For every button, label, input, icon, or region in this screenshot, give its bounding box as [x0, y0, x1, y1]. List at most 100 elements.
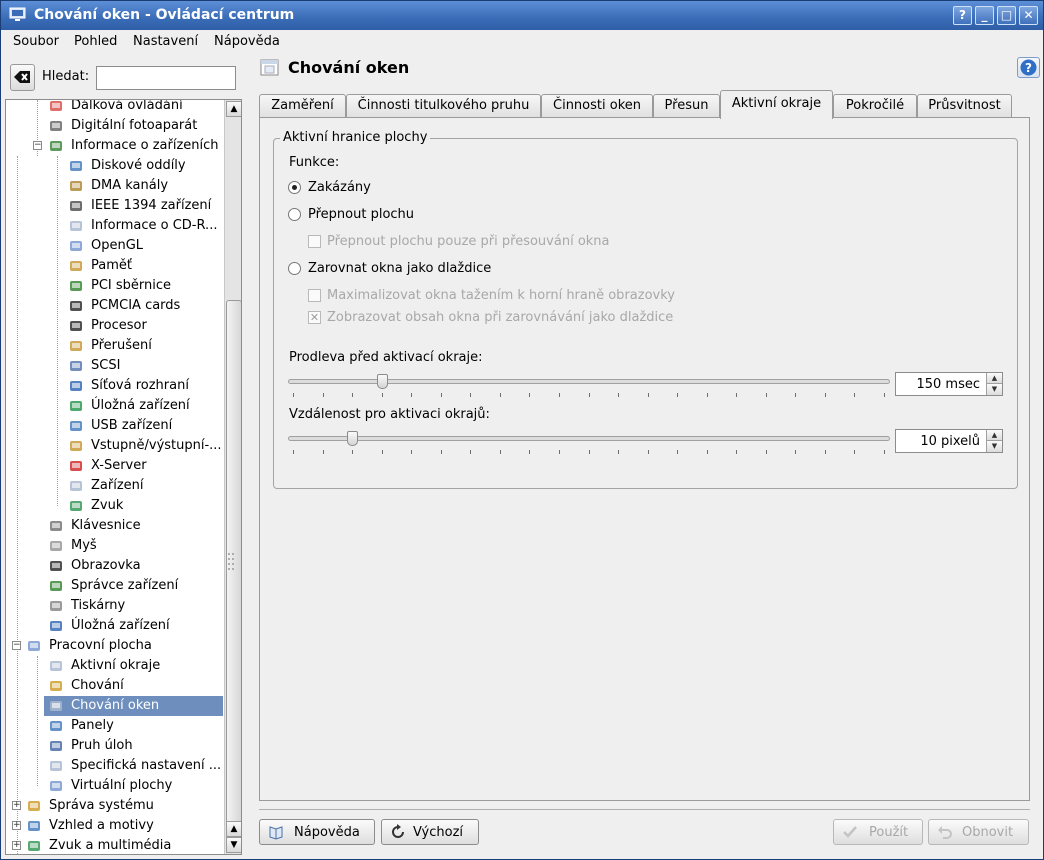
- tree-item[interactable]: Úložná zařízení: [6, 616, 223, 636]
- reset-button[interactable]: Obnovit: [928, 819, 1029, 845]
- tree-item[interactable]: PCI sběrnice: [6, 276, 223, 296]
- clear-search-button[interactable]: [10, 64, 35, 91]
- collapse-icon[interactable]: −: [12, 641, 21, 650]
- maximize-button[interactable]: □: [997, 6, 1016, 25]
- radio-disabled[interactable]: [288, 181, 301, 194]
- radio-switch-desktop[interactable]: [288, 208, 301, 221]
- tree-item[interactable]: Aktivní okraje: [6, 656, 223, 676]
- tree-item[interactable]: − Pracovní plocha: [6, 636, 223, 656]
- tree-item[interactable]: Přerušení: [6, 336, 223, 356]
- tree-item[interactable]: PCMCIA cards: [6, 296, 223, 316]
- tab-titlebar-actions[interactable]: Činnosti titulkového pruhu: [346, 94, 541, 118]
- tree-item[interactable]: Chování: [6, 676, 223, 696]
- tree-item[interactable]: Zvuk: [6, 496, 223, 516]
- tab-moving[interactable]: Přesun: [653, 94, 720, 118]
- radio-tile-windows[interactable]: [288, 262, 301, 275]
- distance-slider-handle[interactable]: [347, 431, 359, 446]
- tree-item[interactable]: DMA kanály: [6, 176, 223, 196]
- tree-item[interactable]: Chování oken: [44, 696, 223, 716]
- distance-down-arrow-icon[interactable]: ▼: [986, 441, 1002, 452]
- tree-item[interactable]: SCSI: [6, 356, 223, 376]
- tree-item[interactable]: Tiskárny: [6, 596, 223, 616]
- menu-settings[interactable]: Nastavení: [133, 34, 198, 49]
- tree-item[interactable]: USB zařízení: [6, 416, 223, 436]
- menu-file[interactable]: Soubor: [13, 34, 59, 49]
- tab-focus[interactable]: Zaměření: [259, 94, 346, 118]
- tree-item[interactable]: Diskové oddíly: [6, 156, 223, 176]
- delay-down-arrow-icon[interactable]: ▼: [986, 384, 1002, 395]
- tree-item[interactable]: Zařízení: [6, 476, 223, 496]
- tree-item[interactable]: IEEE 1394 zařízení: [6, 196, 223, 216]
- expand-icon[interactable]: +: [12, 841, 21, 850]
- scroll-down-arrow-icon[interactable]: ▼: [226, 837, 241, 853]
- tree-item[interactable]: Myš: [6, 536, 223, 556]
- checkbox-show-content-label[interactable]: Zobrazovat obsah okna při zarovnávání ja…: [327, 310, 673, 325]
- delay-spinbox[interactable]: 150 msec ▲ ▼: [895, 372, 1003, 396]
- help-book-icon: [269, 826, 283, 840]
- collapse-icon[interactable]: −: [33, 141, 42, 150]
- tree-item[interactable]: Procesor: [6, 316, 223, 336]
- distance-slider-track[interactable]: [288, 436, 890, 441]
- distance-spinbox[interactable]: 10 pixelů ▲ ▼: [895, 429, 1003, 453]
- tree-item-label: Zvuk: [91, 498, 124, 513]
- slider-tick: [588, 450, 590, 454]
- tree-item[interactable]: Specifická nastavení ...: [6, 756, 223, 776]
- tree-item[interactable]: Panely: [6, 716, 223, 736]
- checkbox-switch-only-moving[interactable]: [308, 235, 321, 248]
- tree-item[interactable]: Dálková ovládání: [6, 100, 223, 116]
- search-input[interactable]: [96, 66, 236, 90]
- checkbox-show-content[interactable]: ✕: [308, 311, 321, 324]
- tree-item[interactable]: Vstupně/výstupní-...: [6, 436, 223, 456]
- menu-help[interactable]: Nápověda: [214, 34, 280, 49]
- checkbox-maximize-drag-label[interactable]: Maximalizovat okna tažením k horní hraně…: [327, 288, 675, 303]
- tree-item[interactable]: + Zvuk a multimédia: [6, 836, 223, 854]
- expand-icon[interactable]: +: [12, 801, 21, 810]
- checkbox-maximize-drag[interactable]: [308, 289, 321, 302]
- radio-switch-desktop-label[interactable]: Přepnout plochu: [308, 207, 414, 222]
- tree-item-label: Virtuální plochy: [71, 778, 173, 793]
- tree-item[interactable]: Virtuální plochy: [6, 776, 223, 796]
- radio-disabled-label[interactable]: Zakázány: [308, 180, 371, 195]
- tree-item[interactable]: Úložná zařízení: [6, 396, 223, 416]
- expand-icon[interactable]: +: [12, 821, 21, 830]
- tree-item[interactable]: + Správa systému: [6, 796, 223, 816]
- tree-item[interactable]: Obrazovka: [6, 556, 223, 576]
- help-button[interactable]: Nápověda: [259, 819, 375, 845]
- tree-item[interactable]: Digitální fotoaparát: [6, 116, 223, 136]
- context-help-button[interactable]: ?: [953, 6, 972, 25]
- scroll-up-arrow-icon-2[interactable]: ▲: [226, 821, 241, 837]
- splitter-grip[interactable]: [227, 551, 235, 571]
- defaults-button[interactable]: Výchozí: [381, 819, 479, 845]
- distance-up-arrow-icon[interactable]: ▲: [986, 430, 1002, 441]
- distance-value[interactable]: 10 pixelů: [920, 434, 980, 449]
- tree-item[interactable]: X-Server: [6, 456, 223, 476]
- tab-translucency[interactable]: Průsvitnost: [917, 94, 1012, 118]
- close-button[interactable]: ✕: [1019, 6, 1038, 25]
- tree-item[interactable]: Správce zařízení: [6, 576, 223, 596]
- tree-item[interactable]: Informace o CD-R...: [6, 216, 223, 236]
- tab-active-edges[interactable]: Aktivní okraje: [720, 90, 833, 119]
- tree-item[interactable]: Klávesnice: [6, 516, 223, 536]
- delay-value[interactable]: 150 msec: [916, 377, 980, 392]
- delay-slider-handle[interactable]: [376, 374, 388, 389]
- tree-item[interactable]: Síťová rozhraní: [6, 376, 223, 396]
- menu-view[interactable]: Pohled: [74, 34, 117, 49]
- radio-tile-windows-label[interactable]: Zarovnat okna jako dlaždice: [308, 261, 491, 276]
- delay-up-arrow-icon[interactable]: ▲: [986, 373, 1002, 384]
- tree-item[interactable]: Paměť: [6, 256, 223, 276]
- whats-this-button[interactable]: ?: [1017, 57, 1040, 78]
- checkbox-switch-only-moving-label[interactable]: Přepnout plochu pouze při přesouvání okn…: [327, 234, 610, 249]
- tree-item[interactable]: Pruh úloh: [6, 736, 223, 756]
- tree-item[interactable]: + Vzhled a motivy: [6, 816, 223, 836]
- tab-advanced[interactable]: Pokročilé: [833, 94, 917, 118]
- tree-item[interactable]: − Informace o zařízeních: [6, 136, 223, 156]
- tree-item[interactable]: OpenGL: [6, 236, 223, 256]
- tree-scrollbar[interactable]: ▲ ▲ ▼: [224, 100, 241, 854]
- slider-tick: [824, 393, 826, 397]
- apply-button[interactable]: Použít: [833, 819, 923, 845]
- scroll-up-arrow-icon[interactable]: ▲: [226, 101, 241, 117]
- title-bar[interactable]: Chování oken - Ovládací centrum ? _ □ ✕: [1, 1, 1043, 30]
- tab-window-actions[interactable]: Činnosti oken: [541, 94, 653, 118]
- module-tree[interactable]: + Zvuk a multimédia + Vzhled a motivy + Správ…: [5, 99, 242, 855]
- minimize-button[interactable]: _: [975, 6, 994, 25]
